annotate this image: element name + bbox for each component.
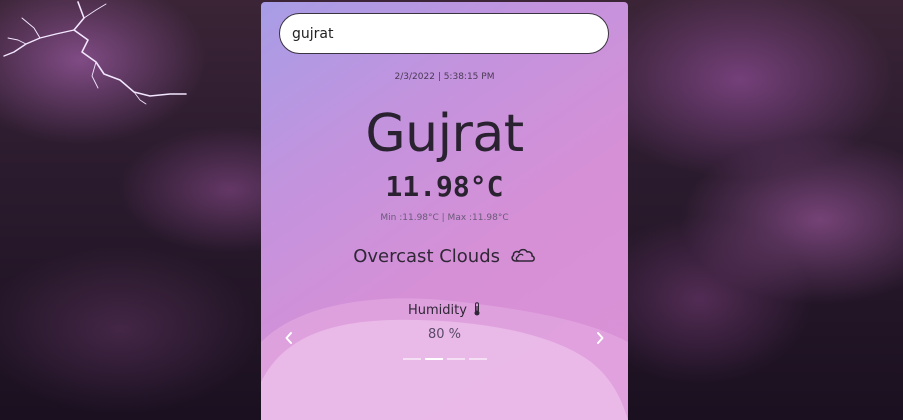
weather-card: 2/3/2022 | 5:38:15 PM Gujrat 11.98°C Min… [261,2,628,420]
slide-indicator-dot[interactable] [446,358,465,360]
next-slide-button[interactable] [592,330,608,350]
slide-indicator-dot[interactable] [402,358,421,360]
slide-indicator-dot[interactable] [468,358,487,360]
thermometer-icon [473,302,481,320]
chevron-right-icon [597,332,604,344]
search-input[interactable] [279,13,609,54]
humidity-label: Humidity [407,303,467,318]
weather-condition: Overcast Clouds [261,246,628,268]
info-slider: Humidity 80 % [261,302,628,372]
slide-indicator-dot[interactable] [424,358,443,360]
humidity-value: 80 % [427,327,462,342]
humidity-heading: Humidity [261,302,628,320]
slide-indicators [261,358,628,360]
date-time: 2/3/2022 | 5:38:15 PM [394,72,495,82]
temperature: 11.98°C [385,170,504,203]
previous-slide-button[interactable] [281,330,297,350]
min-max-temperature: Min :11.98°C | Max :11.98°C [380,213,509,223]
chevron-left-icon [285,332,292,344]
city-name: Gujrat [365,104,524,164]
lightning-bolt [3,1,187,105]
condition-label: Overcast Clouds [353,246,501,267]
cloud-icon [510,247,536,268]
